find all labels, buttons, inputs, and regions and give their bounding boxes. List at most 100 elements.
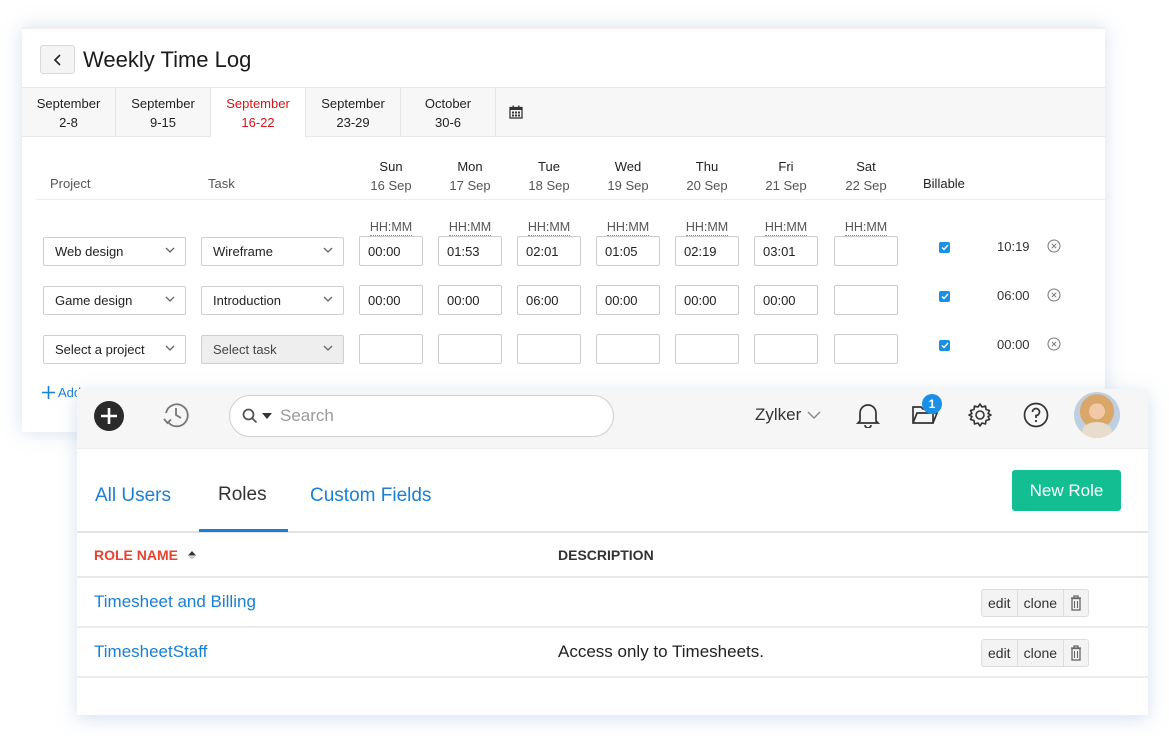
week-tab-range: 2-8 xyxy=(59,115,78,130)
time-entry-input[interactable]: 00:00 xyxy=(754,285,818,315)
plus-circle-icon xyxy=(94,401,124,431)
settings-button[interactable] xyxy=(967,402,993,428)
project-select[interactable]: Select a project xyxy=(43,335,186,364)
week-tab-sep-9-15[interactable]: September 9-15 xyxy=(116,88,211,137)
time-entry-input[interactable]: 00:00 xyxy=(359,285,423,315)
remove-row-button[interactable] xyxy=(1047,288,1061,307)
search-input[interactable] xyxy=(280,406,580,426)
day-name: Wed xyxy=(614,159,642,174)
column-header-thu: Thu 20 Sep xyxy=(675,157,739,195)
time-entry-input[interactable]: 00:00 xyxy=(359,236,423,266)
time-entry-input[interactable] xyxy=(834,285,898,315)
role-name-link[interactable]: TimesheetStaff xyxy=(94,642,207,662)
tab-custom-fields[interactable]: Custom Fields xyxy=(310,485,431,507)
time-entry-input[interactable]: 03:01 xyxy=(754,236,818,266)
week-tab-sep-2-8[interactable]: September 2-8 xyxy=(22,88,116,137)
time-format-hint: HH:MM xyxy=(438,220,502,236)
week-tab-range: 16-22 xyxy=(241,115,275,130)
close-circle-icon xyxy=(1047,337,1061,351)
time-entry-input[interactable] xyxy=(359,334,423,364)
time-entry-input[interactable]: 01:05 xyxy=(596,236,660,266)
time-entry-input[interactable] xyxy=(438,334,502,364)
help-button[interactable] xyxy=(1023,402,1049,428)
project-select-value: Game design xyxy=(55,293,133,308)
plus-icon xyxy=(42,386,55,399)
task-select[interactable]: Wireframe xyxy=(201,237,344,266)
time-entry-input[interactable]: 06:00 xyxy=(517,285,581,315)
role-description: Access only to Timesheets. xyxy=(558,642,764,661)
time-entry-input[interactable]: 02:19 xyxy=(675,236,739,266)
chevron-down-icon xyxy=(165,296,175,302)
organization-name: Zylker xyxy=(755,405,802,424)
search-icon[interactable] xyxy=(242,408,258,424)
role-name-link[interactable]: Timesheet and Billing xyxy=(94,592,256,612)
tab-all-users[interactable]: All Users xyxy=(95,485,171,507)
week-tabs: September 2-8 September 9-15 September 1… xyxy=(22,87,1105,138)
time-entry-input[interactable] xyxy=(596,334,660,364)
remove-row-button[interactable] xyxy=(1047,337,1061,356)
add-line-link[interactable]: Add xyxy=(42,385,81,400)
week-tab-range: 23-29 xyxy=(336,115,370,130)
calendar-picker-button[interactable] xyxy=(496,88,536,136)
time-entry-input[interactable]: 00:00 xyxy=(675,285,739,315)
week-tab-sep-23-29[interactable]: September 23-29 xyxy=(306,88,401,137)
week-tab-sep-16-22[interactable]: September 16-22 xyxy=(211,88,306,138)
search-filter-dropdown-icon[interactable] xyxy=(262,413,272,419)
clone-button[interactable]: clone xyxy=(1018,640,1065,666)
task-select[interactable]: Select task xyxy=(201,335,344,364)
time-entry-input[interactable]: 00:00 xyxy=(596,285,660,315)
time-entry-input[interactable] xyxy=(834,334,898,364)
remove-row-button[interactable] xyxy=(1047,239,1061,258)
delete-button[interactable] xyxy=(1064,590,1088,616)
header-divider xyxy=(36,199,1105,200)
time-format-hint: HH:MM xyxy=(596,220,660,236)
sort-ascending-icon xyxy=(188,551,196,559)
billable-checkbox[interactable] xyxy=(939,340,950,351)
new-role-button[interactable]: New Role xyxy=(1012,470,1121,511)
time-entry-input[interactable]: 00:00 xyxy=(438,285,502,315)
column-header-tue: Tue 18 Sep xyxy=(517,157,581,195)
task-select[interactable]: Introduction xyxy=(201,286,344,315)
time-entry-input[interactable]: 02:01 xyxy=(517,236,581,266)
day-name: Tue xyxy=(538,159,560,174)
quick-create-button[interactable] xyxy=(93,400,125,432)
time-entry-input[interactable] xyxy=(675,334,739,364)
gear-icon xyxy=(968,403,992,427)
trash-icon xyxy=(1071,645,1082,661)
day-date: 17 Sep xyxy=(449,178,491,193)
day-date: 19 Sep xyxy=(607,178,649,193)
day-date: 22 Sep xyxy=(845,178,887,193)
time-format-hint: HH:MM xyxy=(754,220,818,236)
time-entry-input[interactable]: 01:53 xyxy=(438,236,502,266)
table-row: Timesheet and Billing edit clone xyxy=(77,578,1148,628)
delete-button[interactable] xyxy=(1064,640,1088,666)
week-tab-month: October xyxy=(424,96,472,111)
edit-button[interactable]: edit xyxy=(982,590,1018,616)
user-avatar[interactable] xyxy=(1074,392,1120,438)
project-select[interactable]: Web design xyxy=(43,237,186,266)
back-button[interactable] xyxy=(40,45,75,74)
billable-checkbox[interactable] xyxy=(939,291,950,302)
time-entry-input[interactable] xyxy=(834,236,898,266)
time-format-hint: HH:MM xyxy=(834,220,898,236)
week-tab-range: 30-6 xyxy=(434,115,462,130)
chevron-down-icon xyxy=(323,247,333,253)
billable-checkbox[interactable] xyxy=(939,242,950,253)
recent-activity-button[interactable] xyxy=(161,400,191,430)
week-tab-oct-30-6[interactable]: October 30-6 xyxy=(401,88,496,137)
edit-button[interactable]: edit xyxy=(982,640,1018,666)
day-date: 18 Sep xyxy=(528,178,570,193)
week-tab-month: September xyxy=(321,96,385,111)
organization-selector[interactable]: Zylker xyxy=(755,405,821,425)
day-date: 16 Sep xyxy=(370,178,412,193)
clone-button[interactable]: clone xyxy=(1018,590,1065,616)
column-header-role-name[interactable]: ROLE NAME xyxy=(94,547,197,563)
time-format-label: HH:MM xyxy=(369,220,413,236)
time-entry-input[interactable] xyxy=(517,334,581,364)
time-entry-input[interactable] xyxy=(754,334,818,364)
tab-roles[interactable]: Roles xyxy=(218,484,267,506)
project-select[interactable]: Game design xyxy=(43,286,186,315)
chevron-down-icon xyxy=(165,345,175,351)
task-select-value: Wireframe xyxy=(213,244,273,259)
notifications-button[interactable] xyxy=(856,402,880,428)
